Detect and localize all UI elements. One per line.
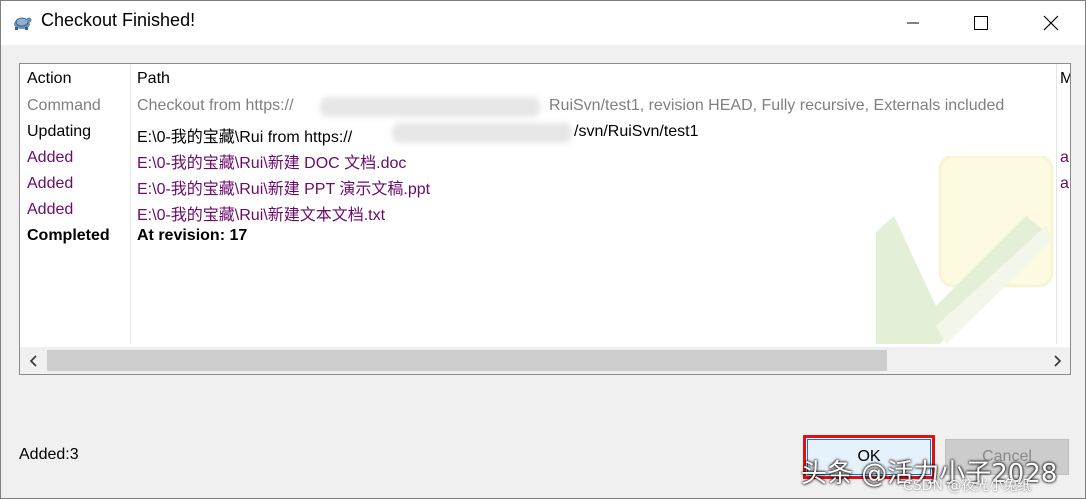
chevron-right-icon — [1053, 354, 1061, 367]
minimize-icon — [907, 22, 919, 24]
title-bar: Checkout Finished! — [1, 1, 1085, 45]
column-header-action[interactable]: Action — [27, 70, 71, 88]
mime-cell: a — [1060, 149, 1069, 166]
scroll-left-button[interactable] — [20, 347, 47, 374]
list-header: Action Path M — [20, 64, 1070, 94]
watermark-subtext: CSDN @夜光小兔纸 — [903, 478, 1032, 494]
path-cell: At revision: 17 — [137, 227, 248, 244]
column-header-path[interactable]: Path — [137, 70, 170, 88]
scroll-right-button[interactable] — [1043, 347, 1070, 374]
action-cell: Updating — [27, 123, 92, 140]
status-text: Added:3 — [19, 446, 79, 463]
close-icon — [1043, 15, 1059, 31]
scrollbar-thumb[interactable] — [47, 350, 887, 371]
path-cell-rest: RuiSvn/test1, revision HEAD, Fully recur… — [549, 97, 1005, 114]
path-cell: E:\0-我的宝藏\Rui\新建 PPT 演示文稿.ppt — [137, 181, 431, 198]
mime-cell: a — [1060, 175, 1069, 192]
path-cell: E:\0-我的宝藏\Rui\新建文本文档.txt — [137, 207, 386, 224]
list-item[interactable]: Completed At revision: 17 — [20, 224, 1070, 250]
path-cell-rest: /svn/RuiSvn/test1 — [574, 123, 699, 140]
action-cell: Added — [27, 149, 74, 166]
window-title: Checkout Finished! — [41, 10, 196, 30]
minimize-button[interactable] — [883, 1, 943, 45]
redaction-blur — [320, 97, 540, 117]
maximize-button[interactable] — [951, 1, 1011, 45]
close-button[interactable] — [1021, 1, 1081, 45]
path-cell: E:\0-我的宝藏\Rui from https:// — [137, 129, 353, 146]
action-cell: Added — [27, 175, 74, 192]
action-cell: Added — [27, 201, 74, 218]
list-item[interactable]: Added E:\0-我的宝藏\Rui\新建文本文档.txt — [20, 198, 1070, 224]
list-item[interactable]: Updating E:\0-我的宝藏\Rui from https:// /sv… — [20, 120, 1070, 146]
redaction-blur — [392, 123, 572, 143]
action-cell: Completed — [27, 227, 110, 244]
action-cell: Command — [27, 97, 101, 114]
checkout-log-list[interactable]: Action Path M Command Checkout from http… — [19, 63, 1071, 375]
column-header-mime[interactable]: M — [1060, 70, 1070, 88]
tortoise-icon — [11, 11, 33, 33]
path-cell: Checkout from https:// — [137, 97, 294, 114]
list-item[interactable]: Added E:\0-我的宝藏\Rui\新建 PPT 演示文稿.ppt a — [20, 172, 1070, 198]
chevron-left-icon — [29, 354, 37, 367]
maximize-icon — [974, 16, 988, 30]
list-item[interactable]: Added E:\0-我的宝藏\Rui\新建 DOC 文档.doc a — [20, 146, 1070, 172]
horizontal-scrollbar[interactable] — [20, 347, 1070, 374]
checkout-dialog: Checkout Finished! Action Path M Command — [0, 0, 1086, 499]
path-cell: E:\0-我的宝藏\Rui\新建 DOC 文档.doc — [137, 155, 407, 172]
list-item[interactable]: Command Checkout from https:// RuiSvn/te… — [20, 94, 1070, 120]
